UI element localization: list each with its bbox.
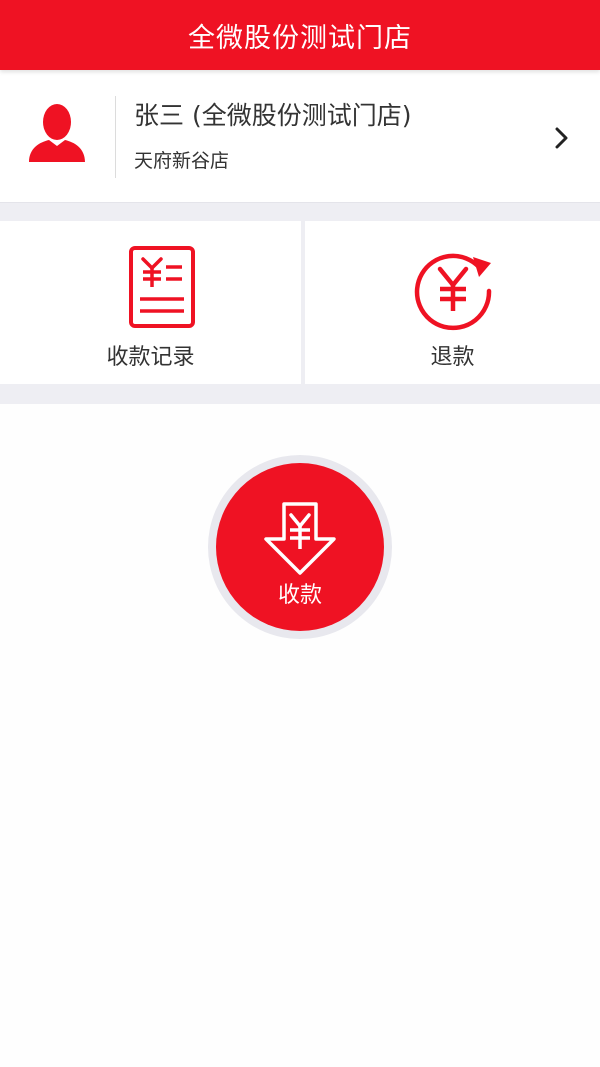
section-separator [0,384,600,404]
section-separator [0,203,600,221]
payment-records-tile[interactable]: 收款记录 [0,221,301,384]
app-header: 全微股份测试门店 [0,0,600,70]
page-title: 全微股份测试门店 [188,22,412,54]
collect-payment-label: 收款 [277,583,322,608]
collect-payment-button[interactable]: 收款 [216,463,384,631]
refund-tile[interactable]: 退款 [305,221,600,384]
refund-yuan-icon [414,253,492,331]
refund-label: 退款 [430,345,475,370]
user-profile-card[interactable]: 张三 (全微股份测试门店) 天府新谷店 [0,70,600,203]
collect-payment-ring: 收款 [208,455,392,639]
user-divider [115,96,116,178]
user-avatar-icon [29,104,85,162]
yuan-down-arrow-icon [264,502,336,575]
user-name: 张三 (全微股份测试门店) [134,101,412,130]
payment-records-label: 收款记录 [106,345,195,370]
user-store-name: 天府新谷店 [134,150,230,172]
chevron-right-icon[interactable] [551,124,573,152]
receipt-yuan-icon [129,246,195,328]
